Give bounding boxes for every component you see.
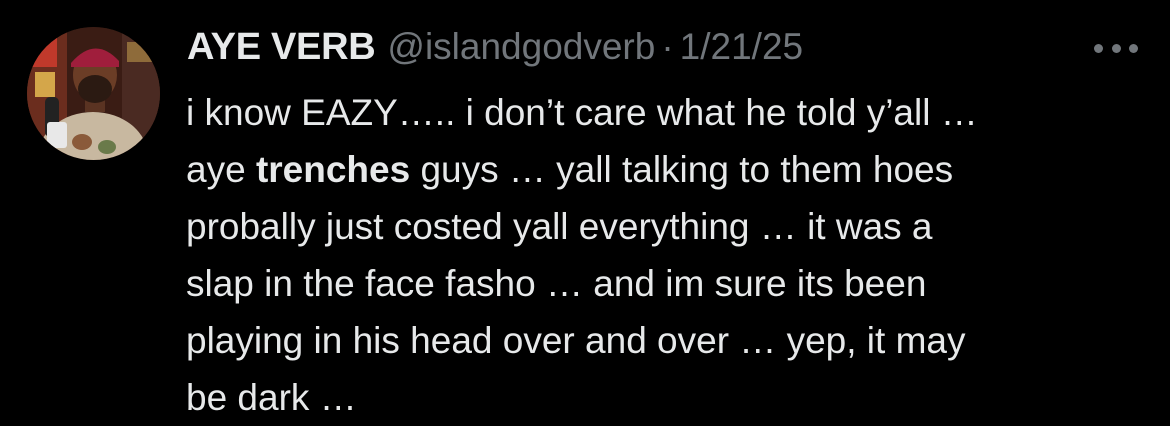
text-segment: probally just costed yall everything … i… [186,206,933,247]
tweet-text-line: slap in the face fasho … and im sure its… [186,255,1126,312]
tweet[interactable]: AYE VERB @islandgodverb · 1/21/25 i know… [0,0,1170,423]
tweet-date[interactable]: 1/21/25 [680,26,803,68]
tweet-text-line: i know EAZY….. i don’t care what he told… [186,84,1126,141]
tweet-text-line: be dark … [186,369,1126,426]
bold-text-segment: trenches [255,149,411,190]
more-dot [1129,43,1138,53]
avatar-image [27,27,160,160]
author-handle[interactable]: @islandgodverb [387,26,655,68]
separator-dot: · [661,26,674,67]
text-segment: guys … yall talking to them hoes [410,149,954,190]
text-segment: aye [186,149,256,190]
avatar[interactable] [27,27,160,160]
tweet-text-line: probally just costed yall everything … i… [186,198,1126,255]
more-horizontal-icon[interactable] [1094,38,1138,58]
more-dot [1094,43,1103,53]
text-segment: slap in the face fasho … and im sure its… [186,263,927,304]
more-dot [1111,43,1121,53]
text-segment: be dark … [186,377,357,418]
tweet-text-line: playing in his head over and over … yep,… [186,312,1126,369]
tweet-header: AYE VERB @islandgodverb · 1/21/25 [187,26,803,76]
text-segment: i know EAZY….. i don’t care what he told… [186,92,978,133]
author-display-name[interactable]: AYE VERB [187,26,376,69]
tweet-text-line: aye trenches guys … yall talking to them… [186,141,1126,198]
tweet-text: i know EAZY….. i don’t care what he told… [186,84,1126,426]
text-segment: playing in his head over and over … yep,… [186,320,966,361]
